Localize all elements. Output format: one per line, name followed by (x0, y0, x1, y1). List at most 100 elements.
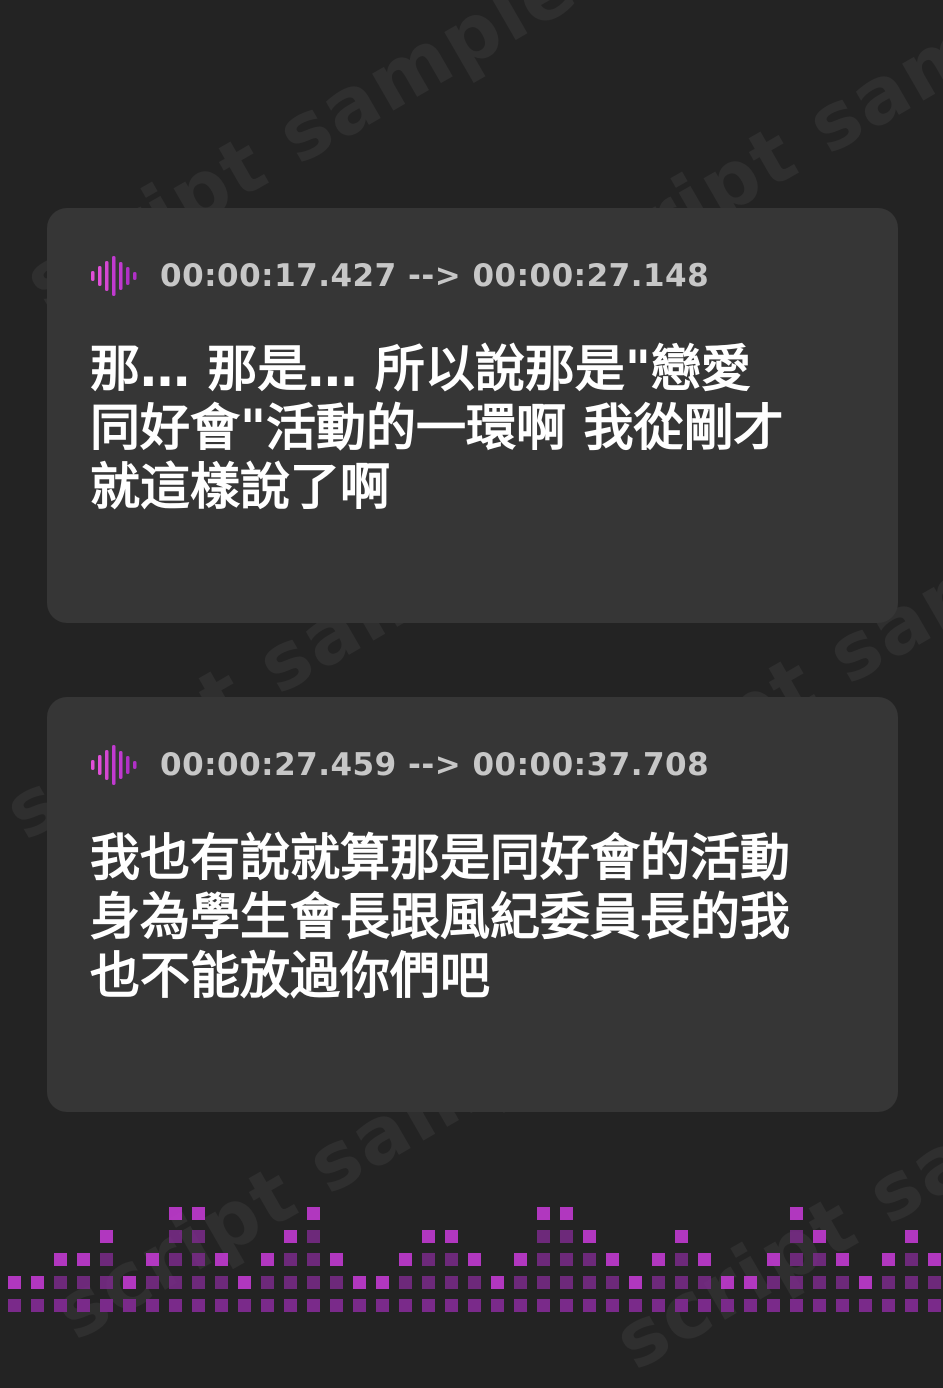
equalizer-block (652, 1276, 665, 1289)
equalizer-block (399, 1299, 412, 1312)
equalizer-block (422, 1299, 435, 1312)
sound-wave-icon (91, 745, 137, 785)
equalizer-block (284, 1299, 297, 1312)
equalizer-block (31, 1276, 44, 1289)
equalizer-block (307, 1253, 320, 1266)
equalizer-block (376, 1299, 389, 1312)
equalizer-block (169, 1253, 182, 1266)
equalizer-block (859, 1276, 872, 1289)
equalizer-block (537, 1230, 550, 1243)
equalizer-block (261, 1299, 274, 1312)
subtitle-cue-card[interactable]: 00:00:27.459 --> 00:00:37.708 我也有說就算那是同好… (47, 697, 898, 1112)
equalizer-block (422, 1276, 435, 1289)
equalizer-block (629, 1299, 642, 1312)
equalizer-block (491, 1299, 504, 1312)
equalizer-decoration (8, 1207, 941, 1312)
equalizer-block (606, 1253, 619, 1266)
caption-line: 那… 那是… 所以說那是"戀愛 (90, 340, 751, 398)
equalizer-block (261, 1253, 274, 1266)
equalizer-block (698, 1253, 711, 1266)
equalizer-block (882, 1253, 895, 1266)
equalizer-block (100, 1253, 113, 1266)
sound-wave-icon (91, 256, 137, 296)
equalizer-block (514, 1276, 527, 1289)
equalizer-block (54, 1276, 67, 1289)
equalizer-block (560, 1299, 573, 1312)
equalizer-block (629, 1276, 642, 1289)
equalizer-block (307, 1276, 320, 1289)
equalizer-block (123, 1276, 136, 1289)
equalizer-block (468, 1299, 481, 1312)
equalizer-block (560, 1253, 573, 1266)
equalizer-block (836, 1276, 849, 1289)
equalizer-block (836, 1299, 849, 1312)
equalizer-block (583, 1253, 596, 1266)
equalizer-block (77, 1253, 90, 1266)
equalizer-block (100, 1230, 113, 1243)
equalizer-block (491, 1276, 504, 1289)
equalizer-block (445, 1299, 458, 1312)
equalizer-block (8, 1276, 21, 1289)
equalizer-block (422, 1230, 435, 1243)
equalizer-block (215, 1299, 228, 1312)
equalizer-block (790, 1299, 803, 1312)
equalizer-block (698, 1276, 711, 1289)
equalizer-block (445, 1230, 458, 1243)
equalizer-block (192, 1230, 205, 1243)
equalizer-block (813, 1230, 826, 1243)
equalizer-block (928, 1253, 941, 1266)
equalizer-block (767, 1253, 780, 1266)
caption-line: 就這樣說了啊 (90, 458, 390, 516)
subtitle-cue-card[interactable]: 00:00:17.427 --> 00:00:27.148 那… 那是… 所以說… (47, 208, 898, 623)
equalizer-block (905, 1230, 918, 1243)
equalizer-block (744, 1299, 757, 1312)
equalizer-block (307, 1230, 320, 1243)
equalizer-block (675, 1230, 688, 1243)
cue-caption: 那… 那是… 所以說那是"戀愛 同好會"活動的一環啊 我從剛才 就這樣說了啊 (90, 340, 870, 517)
equalizer-block (399, 1253, 412, 1266)
equalizer-block (790, 1230, 803, 1243)
equalizer-block (445, 1253, 458, 1266)
equalizer-block (652, 1253, 665, 1266)
equalizer-block (675, 1276, 688, 1289)
equalizer-block (238, 1299, 251, 1312)
equalizer-block (905, 1253, 918, 1266)
equalizer-block (882, 1299, 895, 1312)
cue-timestamp: 00:00:17.427 --> 00:00:27.148 (160, 258, 710, 294)
equalizer-block (583, 1230, 596, 1243)
equalizer-block (215, 1276, 228, 1289)
equalizer-block (468, 1276, 481, 1289)
equalizer-block (238, 1276, 251, 1289)
equalizer-block (192, 1276, 205, 1289)
equalizer-block (192, 1253, 205, 1266)
caption-line: 我也有說就算那是同好會的活動 (90, 829, 790, 887)
equalizer-block (31, 1299, 44, 1312)
equalizer-block (721, 1276, 734, 1289)
cue-header: 00:00:17.427 --> 00:00:27.148 (90, 256, 709, 296)
equalizer-block (330, 1253, 343, 1266)
equalizer-block (790, 1253, 803, 1266)
cue-header: 00:00:27.459 --> 00:00:37.708 (90, 745, 709, 785)
equalizer-block (813, 1253, 826, 1266)
caption-line: 也不能放過你們吧 (90, 947, 490, 1005)
equalizer-block (146, 1299, 159, 1312)
equalizer-block (284, 1276, 297, 1289)
equalizer-block (859, 1299, 872, 1312)
equalizer-block (698, 1299, 711, 1312)
equalizer-block (8, 1299, 21, 1312)
equalizer-block (514, 1253, 527, 1266)
equalizer-block (560, 1230, 573, 1243)
equalizer-block (928, 1276, 941, 1289)
equalizer-block (606, 1299, 619, 1312)
equalizer-block (790, 1276, 803, 1289)
equalizer-block (169, 1207, 182, 1220)
equalizer-block (560, 1276, 573, 1289)
equalizer-block (77, 1299, 90, 1312)
equalizer-block (353, 1276, 366, 1289)
equalizer-block (767, 1276, 780, 1289)
equalizer-block (422, 1253, 435, 1266)
equalizer-block (675, 1299, 688, 1312)
equalizer-block (514, 1299, 527, 1312)
equalizer-block (537, 1299, 550, 1312)
cue-caption: 我也有說就算那是同好會的活動 身為學生會長跟風紀委員長的我 也不能放過你們吧 (90, 829, 870, 1006)
